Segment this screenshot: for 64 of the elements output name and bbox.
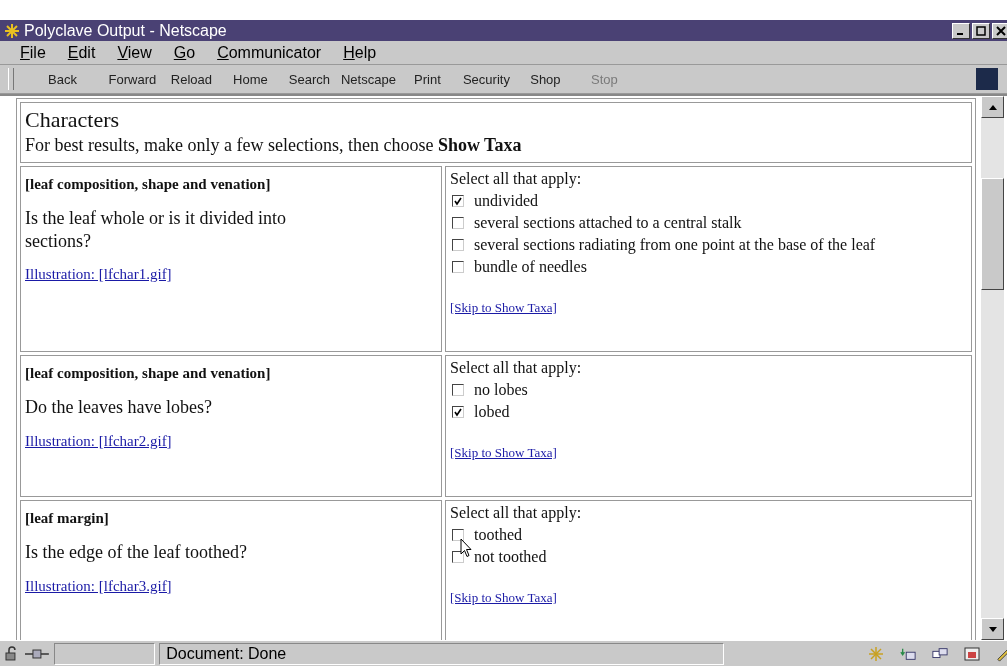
checkbox[interactable] xyxy=(452,239,464,251)
close-icon xyxy=(996,25,1006,36)
question-text: Do the leaves have lobes? xyxy=(25,396,213,419)
illustration-link[interactable]: Illustration: [lfchar1.gif] xyxy=(25,266,437,283)
option-label: no lobes xyxy=(474,381,528,399)
page-heading: Characters xyxy=(25,107,121,133)
character-group: [leaf composition, shape and venation] xyxy=(25,365,437,382)
option-label: several sections attached to a central stalk xyxy=(474,214,742,232)
select-prompt: Select all that apply: xyxy=(450,359,583,377)
toolbar-button[interactable]: Back xyxy=(48,71,77,87)
checkbox[interactable] xyxy=(452,384,464,396)
question-text: Is the leaf whole or is it divided into sections? xyxy=(25,207,287,252)
character-group: [leaf margin] xyxy=(25,510,437,527)
question-text: Is the edge of the leaf toothed? xyxy=(25,541,248,564)
star-icon[interactable] xyxy=(868,645,884,662)
character-group: [leaf composition, shape and venation] xyxy=(25,176,437,193)
toolbar-button[interactable]: Forward xyxy=(102,71,162,87)
option-label: not toothed xyxy=(474,548,547,566)
menu-item[interactable]: Go xyxy=(173,43,196,62)
checkbox[interactable] xyxy=(452,217,464,229)
option-label: several sections radiating from one point at the base of the leaf xyxy=(474,236,876,254)
scroll-thumb[interactable] xyxy=(981,178,1004,290)
scroll-down-button[interactable] xyxy=(981,618,1004,640)
menu-item[interactable]: Communicator xyxy=(217,43,322,62)
checkbox[interactable] xyxy=(452,261,464,273)
mouse-pointer-icon xyxy=(460,538,472,558)
skip-link[interactable]: [Skip to Show Taxa] xyxy=(450,300,967,316)
window-title: Polyclave Output - Netscape xyxy=(24,21,227,40)
toolbar-button[interactable]: Shop xyxy=(515,71,575,87)
option-label: undivided xyxy=(474,192,538,210)
toolbar-button[interactable]: Search xyxy=(279,71,339,87)
illustration-link[interactable]: Illustration: [lfchar2.gif] xyxy=(25,432,437,450)
toolbar-button[interactable]: Home xyxy=(220,71,280,87)
skip-link[interactable]: [Skip to Show Taxa] xyxy=(450,445,967,461)
minimize-button[interactable] xyxy=(952,22,970,39)
select-prompt: Select all that apply: xyxy=(450,504,583,522)
vertical-scrollbar[interactable] xyxy=(981,96,1004,640)
option-label: bundle of needles xyxy=(474,258,587,276)
toolbar-button[interactable]: Security xyxy=(456,71,516,87)
toolbar-grip[interactable] xyxy=(8,68,14,91)
close-button[interactable] xyxy=(992,22,1007,39)
instruction-text: For best results, make only a few selections, then choose Show Taxa xyxy=(25,135,523,156)
illustration-link[interactable]: Illustration: [lfchar3.gif] xyxy=(25,577,437,595)
toolbar-button[interactable]: Reload xyxy=(161,71,221,87)
option-label: lobed xyxy=(474,403,510,421)
down-arrow-icon xyxy=(988,626,997,632)
menu-item[interactable]: Edit xyxy=(67,43,96,62)
select-prompt: Select all that apply: xyxy=(450,170,583,188)
maximize-button[interactable] xyxy=(972,22,990,39)
scroll-up-button[interactable] xyxy=(981,96,1004,118)
skip-link[interactable]: [Skip to Show Taxa] xyxy=(450,590,967,606)
menu-item[interactable]: View xyxy=(117,43,152,62)
option-label: toothed xyxy=(474,526,522,544)
checkbox[interactable] xyxy=(452,195,464,207)
checkbox[interactable] xyxy=(452,406,464,418)
menu-item[interactable]: Help xyxy=(343,43,377,62)
toolbar-button[interactable]: Print xyxy=(397,71,457,87)
menu-item[interactable]: File xyxy=(20,43,46,62)
toolbar-button[interactable]: Netscape xyxy=(338,71,398,87)
up-arrow-icon xyxy=(988,104,997,110)
star-icon xyxy=(4,22,20,39)
status-text: Document: Done xyxy=(159,642,724,665)
maximize-icon xyxy=(976,25,986,36)
minimize-icon xyxy=(957,32,963,35)
